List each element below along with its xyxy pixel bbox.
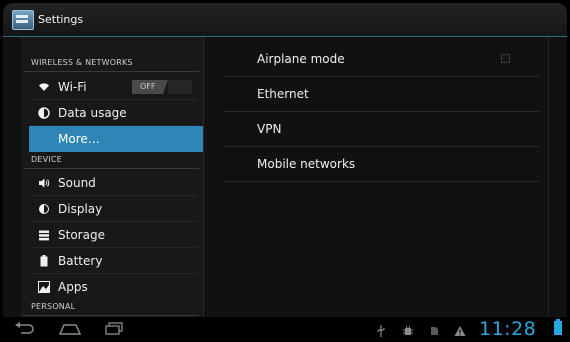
status-clock: 11:28 — [479, 318, 537, 339]
sidebar-item-label: More… — [58, 132, 100, 146]
status-battery-icon — [554, 319, 562, 335]
usb-icon — [375, 322, 387, 337]
battery-icon — [38, 255, 50, 267]
sidebar-item-battery[interactable]: Battery — [21, 248, 203, 274]
sidebar-item-apps[interactable]: Apps — [21, 274, 203, 300]
sidebar-item-data-usage[interactable]: Data usage — [21, 100, 203, 126]
sidebar-item-storage[interactable]: Storage — [21, 222, 203, 248]
display-icon — [38, 203, 50, 215]
wifi-toggle-state: OFF — [140, 82, 156, 91]
sidebar-item-label: Wi-Fi — [58, 80, 87, 94]
sidebar-item-label: Battery — [58, 254, 103, 268]
sidebar-item-wifi[interactable]: Wi-Fi OFF — [21, 74, 203, 100]
airplane-mode-checkbox[interactable] — [501, 54, 510, 63]
recent-apps-icon[interactable] — [104, 321, 124, 335]
pref-label: Airplane mode — [257, 52, 345, 66]
data-usage-icon — [38, 107, 50, 119]
settings-sidebar: WIRELESS & NETWORKS Wi-Fi OFF Data usage — [21, 37, 204, 319]
back-icon[interactable] — [13, 321, 35, 335]
pref-mobile-networks[interactable]: Mobile networks — [223, 147, 539, 182]
sidebar-item-sound[interactable]: Sound — [21, 170, 203, 196]
pref-label: Ethernet — [257, 87, 309, 101]
sidebar-item-label: Display — [58, 202, 103, 216]
app-title: Settings — [38, 13, 84, 26]
sound-icon — [38, 177, 50, 189]
section-header-device: DEVICE — [23, 155, 199, 169]
action-bar: Settings — [3, 3, 567, 37]
section-header-personal: PERSONAL — [23, 302, 199, 316]
device-screen: Settings WIRELESS & NETWORKS Wi-Fi OFF D… — [3, 3, 567, 339]
sidebar-item-label: Data usage — [58, 106, 127, 120]
warning-icon — [454, 322, 466, 336]
apps-icon — [38, 281, 50, 293]
sidebar-item-label: Sound — [58, 176, 96, 190]
system-bar: 11:28 — [3, 317, 567, 339]
wifi-toggle[interactable]: OFF — [132, 80, 192, 94]
pref-vpn[interactable]: VPN — [223, 112, 539, 147]
pref-label: Mobile networks — [257, 157, 356, 171]
sidebar-item-display[interactable]: Display — [21, 196, 203, 222]
preferences-pane: Airplane mode Ethernet VPN Mobile networ… — [223, 37, 543, 319]
storage-icon — [38, 229, 50, 241]
debug-icon — [402, 322, 414, 335]
pref-airplane-mode[interactable]: Airplane mode — [223, 42, 539, 77]
sidebar-item-label: Storage — [58, 228, 105, 242]
sidebar-item-more[interactable]: More… — [29, 126, 203, 152]
sd-card-icon — [428, 322, 440, 335]
pref-ethernet[interactable]: Ethernet — [223, 77, 539, 112]
sidebar-item-label: Apps — [58, 280, 88, 294]
wifi-icon — [38, 81, 50, 93]
pref-label: VPN — [257, 122, 282, 136]
settings-app-icon[interactable] — [12, 10, 34, 30]
content-area: WIRELESS & NETWORKS Wi-Fi OFF Data usage — [3, 37, 567, 319]
section-header-wireless: WIRELESS & NETWORKS — [23, 58, 199, 72]
home-icon[interactable] — [58, 321, 82, 335]
